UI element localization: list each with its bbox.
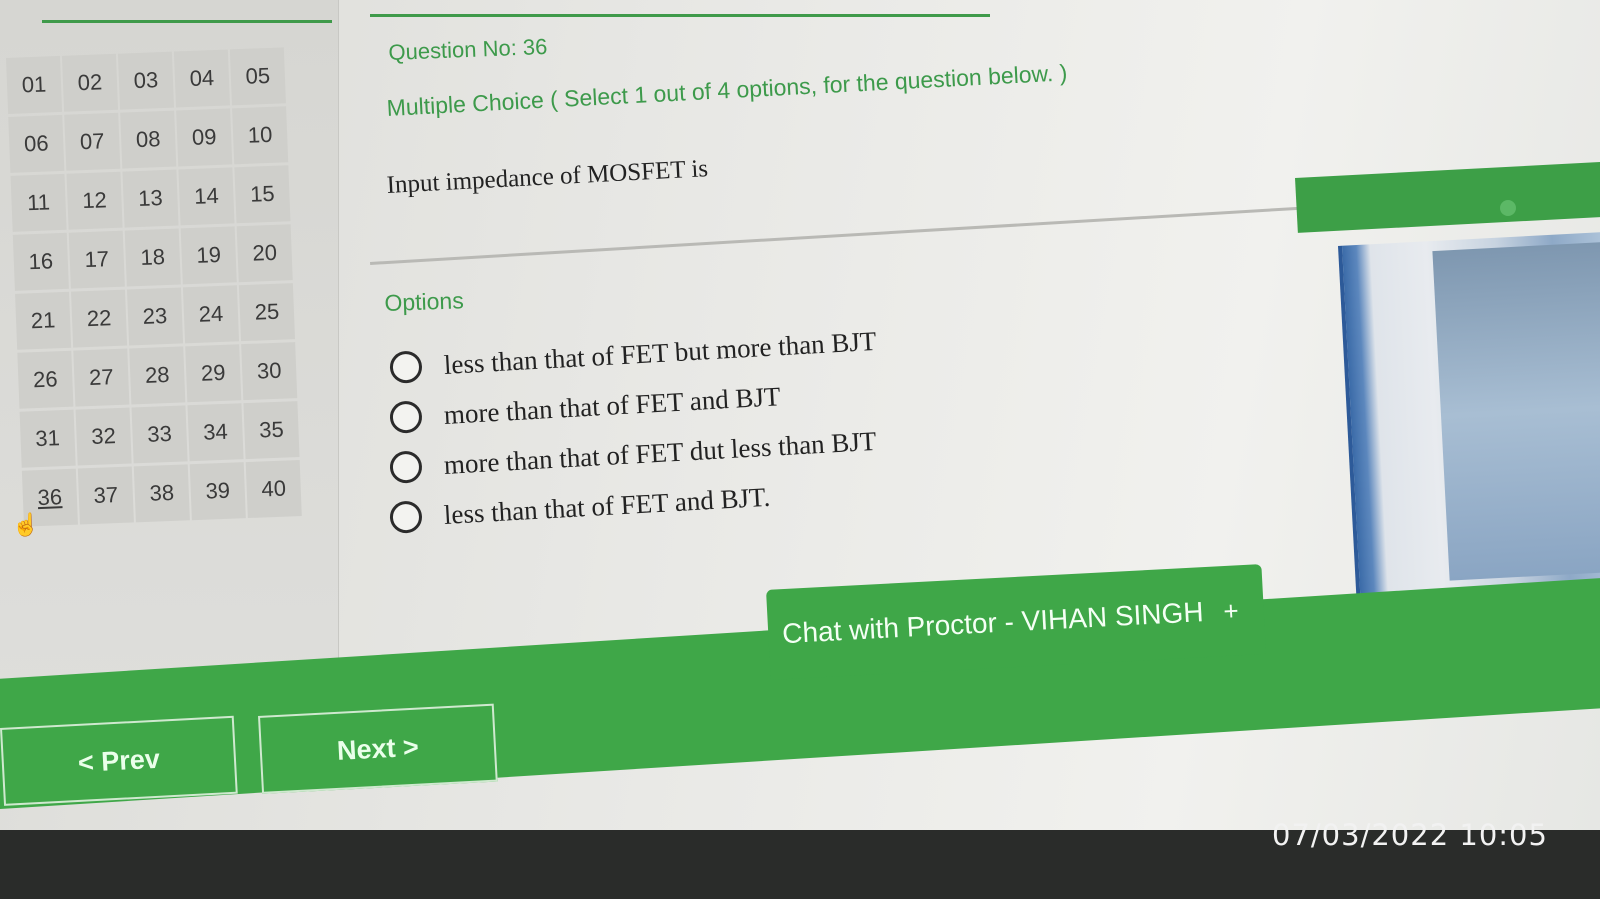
exam-screen: 01 02 03 04 05 06 07 08 09 10 11 12 13 1… <box>0 0 1600 830</box>
question-nav-26[interactable]: 26 <box>17 350 74 409</box>
status-dot-icon <box>1500 200 1516 216</box>
options-heading: Options <box>384 287 465 316</box>
option-4-label: less than that of FET and BJT. <box>443 481 771 530</box>
question-nav-13[interactable]: 13 <box>122 169 179 228</box>
question-nav-19[interactable]: 19 <box>180 226 237 285</box>
question-nav-17[interactable]: 17 <box>68 230 125 289</box>
question-nav-40[interactable]: 40 <box>245 460 302 519</box>
option-3-label: more than that of FET dut less than BJT <box>443 425 878 480</box>
prev-button[interactable]: < Prev <box>0 715 238 806</box>
question-nav-31[interactable]: 31 <box>19 409 76 468</box>
photo-timestamp: 07/03/2022 10:05 <box>1272 818 1548 852</box>
question-nav-23[interactable]: 23 <box>126 287 184 346</box>
hand-pointer-icon: ☝ <box>12 512 40 537</box>
question-nav-37[interactable]: 37 <box>77 466 134 525</box>
question-nav-28[interactable]: 28 <box>129 346 186 405</box>
question-nav-20[interactable]: 20 <box>236 224 293 283</box>
question-nav-09[interactable]: 09 <box>176 108 233 167</box>
plus-icon[interactable]: + <box>1223 595 1240 627</box>
question-nav-33[interactable]: 33 <box>131 405 188 464</box>
option-1-label: less than that of FET but more than BJT <box>443 325 878 380</box>
question-nav-15[interactable]: 15 <box>234 165 291 224</box>
video-frame <box>1432 241 1600 581</box>
question-nav-06[interactable]: 06 <box>8 114 65 173</box>
question-nav-22[interactable]: 22 <box>71 289 128 348</box>
question-nav-07[interactable]: 07 <box>64 112 121 171</box>
question-nav-35[interactable]: 35 <box>243 401 300 460</box>
question-nav-12[interactable]: 12 <box>66 171 123 230</box>
question-nav-27[interactable]: 27 <box>73 348 130 407</box>
question-text: Input impedance of MOSFET is <box>386 155 709 199</box>
question-palette-panel: 01 02 03 04 05 06 07 08 09 10 11 12 13 1… <box>0 0 339 720</box>
question-nav-05[interactable]: 05 <box>229 47 286 106</box>
question-nav-02[interactable]: 02 <box>61 53 119 112</box>
question-nav-03[interactable]: 03 <box>117 51 175 110</box>
option-2-label: more than that of FET and BJT <box>443 380 782 430</box>
question-nav-04[interactable]: 04 <box>173 49 230 108</box>
chat-label: Chat with Proctor - VIHAN SINGH <box>781 596 1205 650</box>
option-2[interactable]: more than that of FET and BJT <box>389 380 781 434</box>
question-area-divider <box>370 14 990 17</box>
question-nav-34[interactable]: 34 <box>187 403 244 462</box>
palette-divider <box>42 20 332 23</box>
next-button[interactable]: Next > <box>258 703 498 794</box>
question-nav-25[interactable]: 25 <box>238 283 296 342</box>
option-4[interactable]: less than that of FET and BJT. <box>389 481 771 534</box>
question-palette-grid: 01 02 03 04 05 06 07 08 09 10 11 12 13 1… <box>6 47 314 527</box>
question-nav-32[interactable]: 32 <box>75 407 132 466</box>
question-nav-39[interactable]: 39 <box>189 462 246 521</box>
question-nav-10[interactable]: 10 <box>232 106 289 165</box>
question-nav-11[interactable]: 11 <box>10 173 67 232</box>
question-nav-01[interactable]: 01 <box>6 55 63 114</box>
question-nav-16[interactable]: 16 <box>12 232 69 291</box>
question-divider <box>370 206 1299 265</box>
question-number: Question No: 36 <box>388 33 548 65</box>
question-type-label: Multiple Choice ( Select 1 out of 4 opti… <box>386 59 1068 121</box>
question-nav-29[interactable]: 29 <box>185 344 242 403</box>
question-nav-24[interactable]: 24 <box>182 285 240 344</box>
radio-button-icon[interactable] <box>389 400 423 434</box>
webcam-video-feed <box>1338 231 1600 596</box>
radio-button-icon[interactable] <box>389 500 423 534</box>
question-nav-30[interactable]: 30 <box>241 342 298 401</box>
question-nav-14[interactable]: 14 <box>178 167 235 226</box>
option-3[interactable]: more than that of FET dut less than BJT <box>389 425 877 484</box>
question-nav-08[interactable]: 08 <box>120 110 177 169</box>
radio-button-icon[interactable] <box>389 450 423 484</box>
question-nav-21[interactable]: 21 <box>15 291 72 350</box>
option-1[interactable]: less than that of FET but more than BJT <box>389 325 877 384</box>
radio-button-icon[interactable] <box>389 350 423 384</box>
question-nav-18[interactable]: 18 <box>124 228 181 287</box>
question-nav-38[interactable]: 38 <box>133 464 190 523</box>
